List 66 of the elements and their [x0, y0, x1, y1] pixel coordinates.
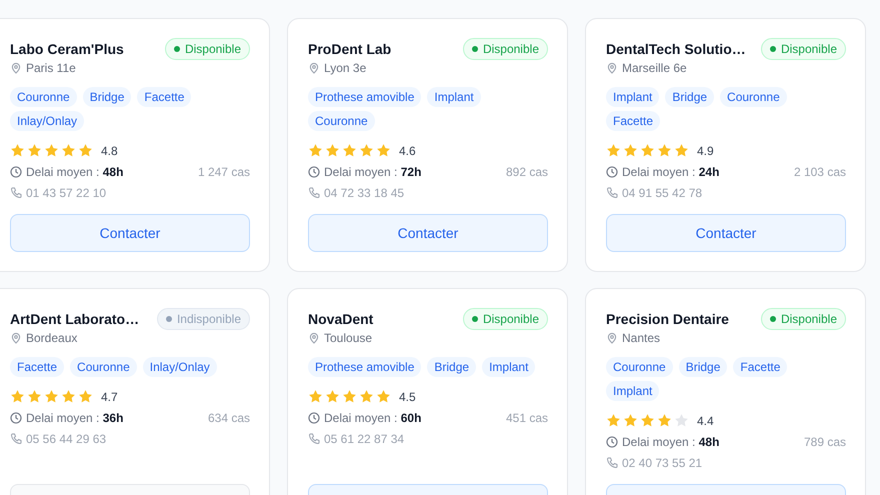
lab-name: Precision Dentaire	[606, 311, 729, 327]
specialty-tag: Facette	[733, 357, 788, 377]
case-count: 451 cas	[506, 411, 548, 425]
specialty-tag: Couronne	[606, 357, 673, 377]
contact-button[interactable]: Contacter	[606, 214, 846, 252]
status-badge: Indisponible	[156, 308, 250, 330]
specialty-tag: Implant	[482, 357, 536, 377]
specialty-tag: Bridge	[665, 87, 714, 107]
specialty-tag: Prothese amovible	[308, 87, 422, 107]
average-delay: Delai moyen : 36h	[26, 411, 124, 425]
phone-number: 01 43 57 22 10	[26, 186, 106, 200]
status-badge: Disponible	[462, 38, 548, 60]
specialty-tag: Inlay/Onlay	[142, 357, 217, 377]
contact-button[interactable]: Contacter	[10, 214, 250, 252]
rating-value: 4.9	[697, 144, 714, 158]
specialty-tag: Couronne	[720, 87, 787, 107]
lab-location: Paris 11e	[26, 61, 76, 75]
specialty-tag: Prothese amovible	[308, 357, 422, 377]
specialty-tag: Couronne	[308, 111, 375, 131]
average-delay: Delai moyen : 60h	[324, 411, 422, 425]
specialty-tag: Facette	[606, 111, 660, 131]
case-count: 789 cas	[804, 435, 846, 449]
status-badge: Disponible	[462, 308, 548, 330]
specialty-tag: Facette	[137, 87, 192, 107]
lab-name: ProDent Lab	[308, 41, 392, 57]
phone-number: 04 72 33 18 45	[324, 186, 404, 200]
lab-location: Toulouse	[324, 331, 372, 345]
case-count: 634 cas	[208, 411, 250, 425]
contact-button[interactable]: Contacter	[308, 214, 548, 252]
phone-number: 02 40 73 55 21	[622, 456, 702, 470]
specialty-tag: Bridge	[82, 87, 132, 107]
lab-name: ArtDent Laborato…	[10, 311, 140, 327]
specialty-tag: Bridge	[427, 357, 476, 377]
specialty-tag: Facette	[10, 357, 64, 377]
rating-value: 4.8	[101, 144, 118, 158]
status-badge: Disponible	[760, 38, 846, 60]
phone-number: 05 61 22 87 34	[324, 432, 404, 446]
status-badge: Disponible	[760, 308, 846, 330]
lab-name: NovaDent	[308, 311, 374, 327]
specialty-tag: Couronne	[10, 87, 77, 107]
specialty-tag: Inlay/Onlay	[10, 111, 84, 131]
phone-number: 04 91 55 42 78	[622, 186, 702, 200]
phone-number: 05 56 44 29 63	[26, 432, 106, 446]
rating-value: 4.6	[399, 144, 416, 158]
lab-location: Lyon 3e	[324, 61, 366, 75]
lab-location: Bordeaux	[26, 331, 78, 345]
case-count: 892 cas	[506, 165, 548, 179]
average-delay: Delai moyen : 48h	[26, 165, 124, 179]
specialty-tag: Implant	[427, 87, 481, 107]
lab-name: Labo Ceram'Plus	[10, 41, 124, 57]
specialty-tag: Bridge	[678, 357, 728, 377]
lab-name: DentalTech Solutio…	[606, 41, 746, 57]
average-delay: Delai moyen : 24h	[622, 165, 720, 179]
specialty-tag: Couronne	[70, 357, 137, 377]
average-delay: Delai moyen : 48h	[622, 435, 720, 449]
rating-value: 4.7	[101, 390, 118, 404]
average-delay: Delai moyen : 72h	[324, 165, 422, 179]
rating-value: 4.4	[697, 414, 714, 428]
status-badge: Disponible	[164, 38, 250, 60]
lab-location: Nantes	[622, 331, 660, 345]
lab-location: Marseille 6e	[622, 61, 687, 75]
rating-value: 4.5	[399, 390, 416, 404]
specialty-tag: Implant	[606, 87, 660, 107]
case-count: 1 247 cas	[198, 165, 250, 179]
case-count: 2 103 cas	[794, 165, 846, 179]
specialty-tag: Implant	[606, 381, 660, 401]
